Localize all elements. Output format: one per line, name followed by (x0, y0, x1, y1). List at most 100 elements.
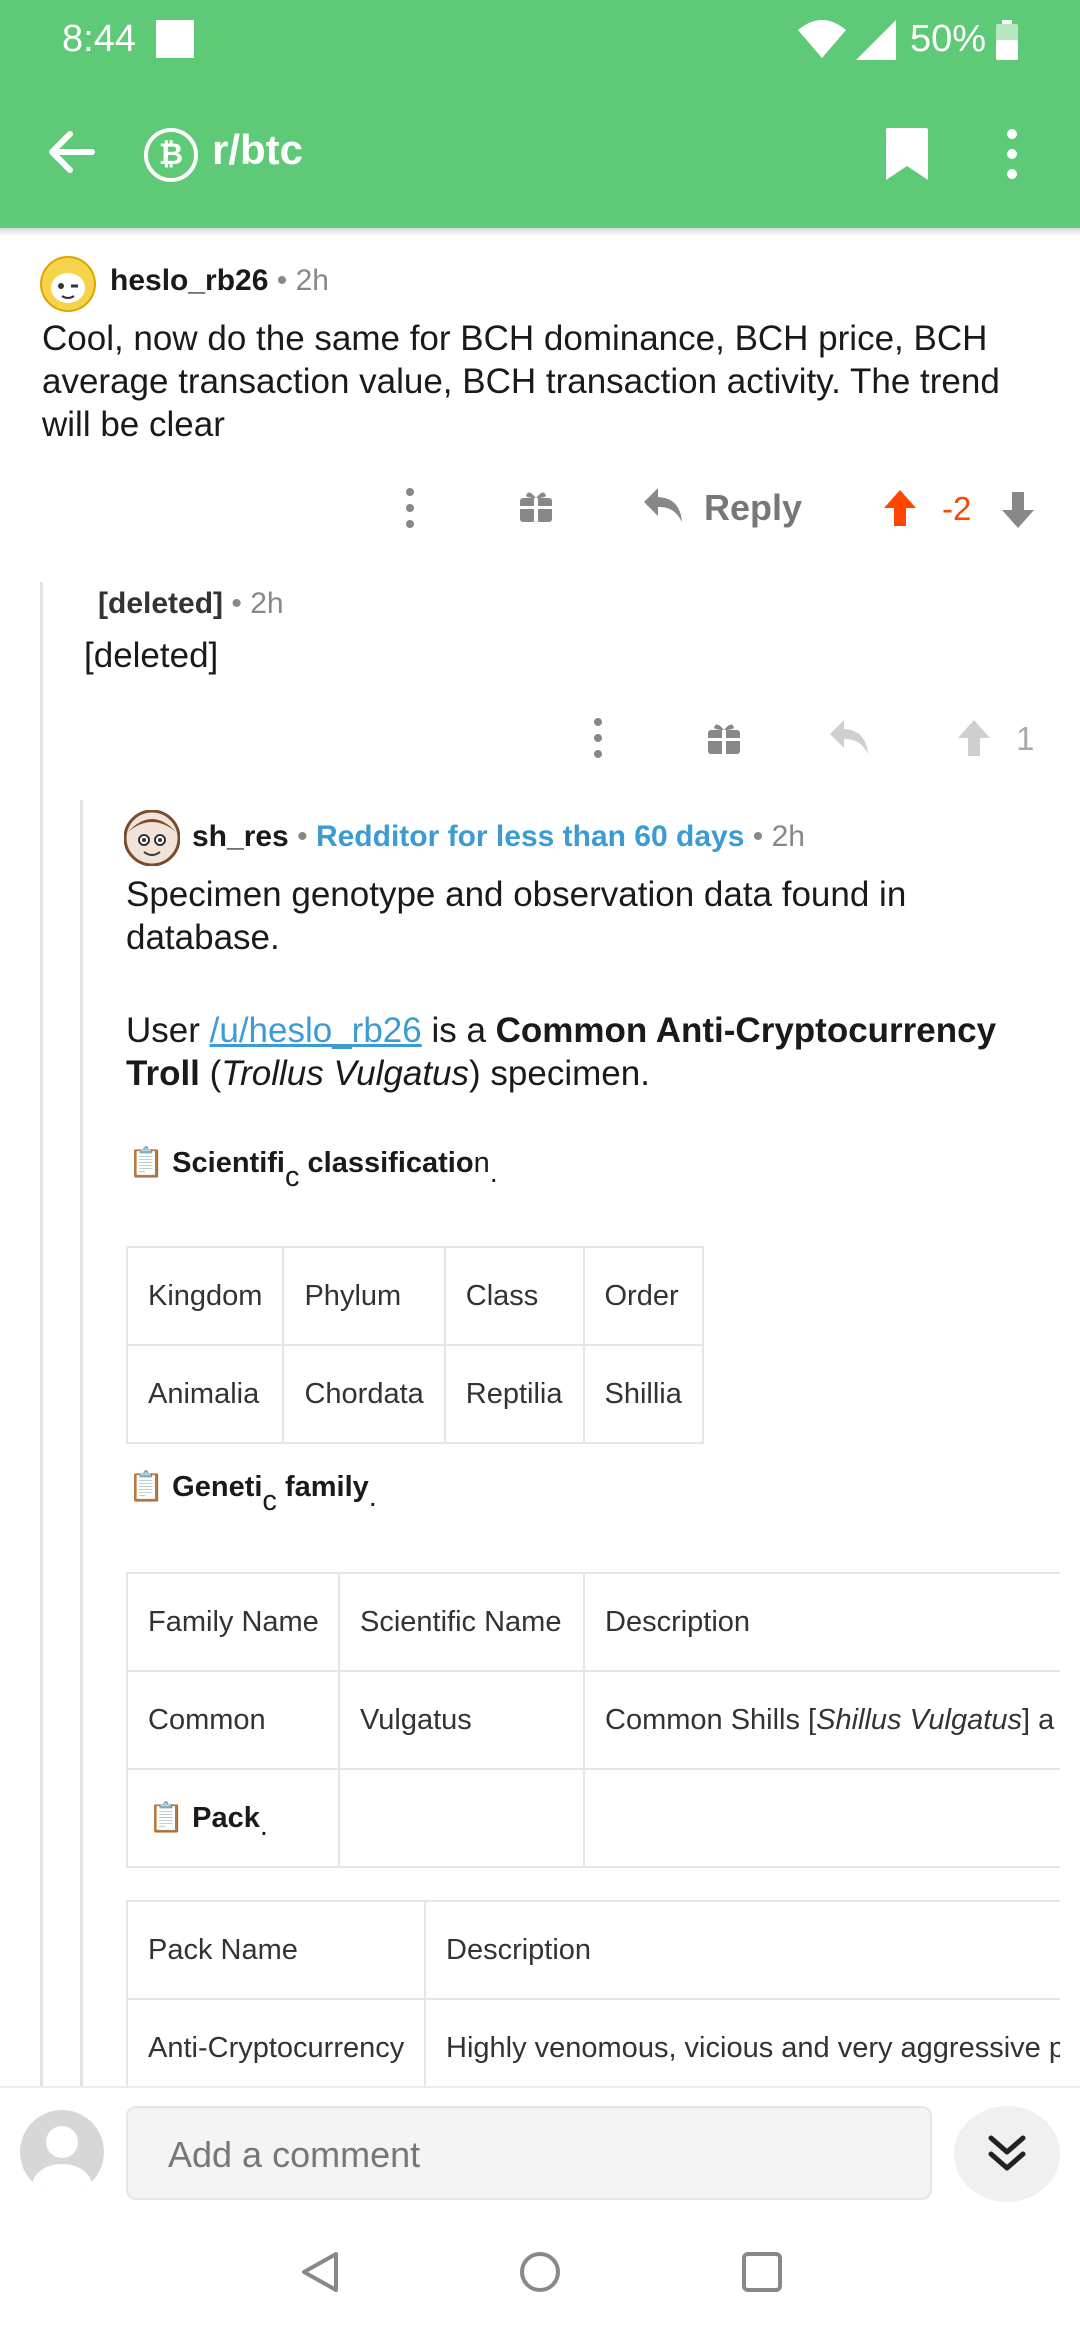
heading-text: family (276, 1471, 369, 1503)
heading-text: c (284, 1161, 300, 1193)
italic-text: Shillus Vulgatus (816, 1703, 1022, 1736)
clipboard-icon: 📋 (128, 1471, 165, 1503)
table-cell (583, 1768, 1060, 1868)
vote-score: -2 (942, 490, 972, 527)
table-cell: Shillia (582, 1344, 704, 1444)
user-link[interactable]: /u/heslo_rb26 (210, 1011, 422, 1050)
table-row: Anti-Cryptocurrency Highly venomous, vic… (126, 1998, 1060, 2086)
user-avatar[interactable] (124, 810, 180, 866)
table-cell: Scientific Name (338, 1572, 585, 1672)
table-cell: Anti-Cryptocurrency (126, 1998, 426, 2086)
comment-username[interactable]: heslo_rb26 (110, 264, 268, 297)
heading-text: . (368, 1481, 377, 1513)
text: ) specimen. (469, 1054, 650, 1093)
table-cell: Common Shills [Shillus Vulgatus] a (583, 1670, 1060, 1770)
profile-avatar[interactable] (20, 2110, 104, 2194)
comment-time: 2h (771, 820, 805, 853)
nav-recents-icon[interactable] (740, 2250, 784, 2294)
scroll-down-button[interactable] (954, 2106, 1060, 2202)
battery-icon (996, 20, 1018, 60)
reply-button[interactable]: Reply (704, 487, 802, 529)
table-cell (338, 1768, 585, 1868)
nav-back-icon[interactable] (298, 2250, 342, 2294)
heading-text: n (473, 1147, 490, 1179)
heading-text: c (262, 1485, 277, 1517)
text: Common Shills [ (605, 1703, 817, 1736)
family-table-scroll[interactable]: Family Name Scientific Name Description … (126, 1572, 1060, 1882)
more-icon[interactable] (400, 486, 420, 530)
table-cell: Description (583, 1572, 1060, 1672)
thread-line (40, 582, 43, 2086)
clipboard-icon: 📋 (148, 1802, 193, 1834)
table-header-row: Family Name Scientific Name Description (126, 1572, 1060, 1672)
gift-icon[interactable] (518, 488, 554, 524)
table-cell: Highly venomous, vicious and very aggres… (424, 1998, 1060, 2086)
user-avatar[interactable] (40, 256, 96, 312)
table-header-row: Kingdom Phylum Class Order (125, 1246, 704, 1346)
table-row: Common Vulgatus Common Shills [Shillus V… (126, 1670, 1060, 1770)
family-table: Family Name Scientific Name Description … (126, 1572, 1060, 1868)
text: ] a (1021, 1703, 1055, 1736)
meta-separator: • (297, 820, 316, 853)
table-cell: Pack Name (126, 1900, 426, 2000)
subreddit-title[interactable]: r/btc (212, 126, 303, 174)
comment-body: Cool, now do the same for BCH dominance,… (42, 319, 1000, 444)
pack-table-scroll[interactable]: Pack Name Description Anti-Cryptocurrenc… (126, 1900, 1060, 2086)
comment-paragraph: User /u/heslo_rb26 is a Common Anti-Cryp… (126, 1009, 1046, 1095)
more-icon[interactable] (588, 716, 608, 760)
comment-meta: heslo_rb26 • 2h (110, 264, 329, 298)
table-cell: 📋 Pack. (126, 1768, 340, 1868)
double-chevron-down-icon (988, 2135, 1026, 2171)
notification-icon (156, 20, 194, 58)
wifi-icon (798, 20, 846, 58)
heading-text: . (489, 1157, 498, 1189)
meta-separator: • (752, 820, 772, 853)
vote-score: 1 (1016, 720, 1035, 757)
table-cell: Phylum (282, 1246, 446, 1346)
table-row: 📋 Pack. (126, 1768, 1060, 1868)
table-cell: Animalia (125, 1344, 285, 1444)
comment-username: [deleted] (98, 587, 224, 620)
user-flair: Redditor for less than 60 days (315, 820, 745, 853)
more-options-icon[interactable] (1002, 126, 1022, 182)
table-cell: Vulgatus (338, 1670, 585, 1770)
comment-paragraph: Specimen genotype and observation data f… (126, 875, 907, 957)
comment-meta: sh_res • Redditor for less than 60 days … (192, 820, 805, 854)
comment-placeholder: Add a comment (168, 2134, 421, 2175)
reply-icon (830, 720, 868, 754)
back-arrow-icon[interactable] (44, 126, 96, 178)
pack-label: Pack (192, 1802, 260, 1834)
upvote-icon[interactable] (956, 718, 992, 758)
status-bar: 8:44 50% (0, 0, 1080, 80)
table-cell: Class (443, 1246, 585, 1346)
nav-home-icon[interactable] (518, 2250, 562, 2294)
system-nav-bar (0, 2204, 1080, 2340)
heading-text: Geneti (172, 1471, 263, 1503)
table-cell: Order (582, 1246, 704, 1346)
bookmark-icon[interactable] (884, 126, 930, 182)
comment-input[interactable]: Add a comment (126, 2106, 932, 2200)
heading-text: classificatio (299, 1147, 474, 1179)
meta-separator: • (231, 587, 251, 620)
table-cell: Chordata (282, 1344, 446, 1444)
table-cell: Description (424, 1900, 1060, 2000)
battery-percent: 50% (910, 18, 987, 60)
appbar-shadow (0, 228, 1080, 236)
subreddit-icon[interactable]: ₿ (144, 128, 198, 182)
upvote-icon[interactable] (882, 488, 918, 528)
text: ( (199, 1054, 222, 1093)
status-time: 8:44 (62, 18, 136, 60)
table-cell: Family Name (126, 1572, 340, 1672)
reply-icon[interactable] (642, 486, 684, 524)
downvote-icon[interactable] (1000, 490, 1036, 530)
table-header-row: Pack Name Description (126, 1900, 1060, 2000)
table-cell: Common (126, 1670, 340, 1770)
comment-bar: Add a comment (0, 2086, 1080, 2206)
comment-meta: [deleted] • 2h (98, 587, 284, 621)
classification-heading: 📋 Scientific classification. (128, 1146, 498, 1193)
gift-icon[interactable] (706, 720, 742, 756)
text: User (126, 1011, 210, 1050)
comment-username[interactable]: sh_res (192, 820, 289, 853)
pack-table: Pack Name Description Anti-Cryptocurrenc… (126, 1900, 1060, 2086)
family-heading: 📋 Genetic family. (128, 1470, 377, 1517)
